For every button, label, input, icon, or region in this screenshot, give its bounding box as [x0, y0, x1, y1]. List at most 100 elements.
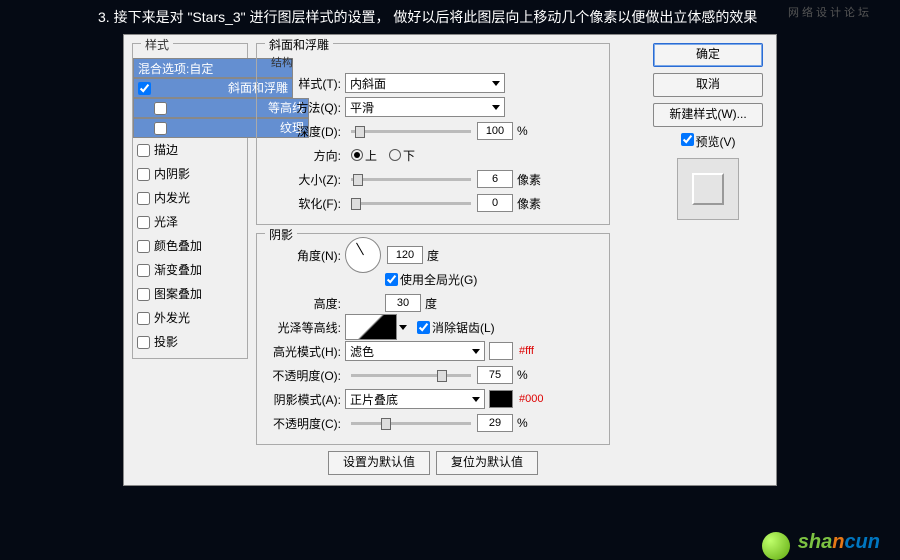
unit: % — [517, 368, 528, 382]
technique-label: 方法(Q): — [265, 99, 345, 116]
antialias-checkbox[interactable] — [417, 321, 430, 334]
bevel-fieldset: 斜面和浮雕 结构 样式(T): 内斜面 方法(Q): 平滑 深度(D): 100… — [256, 43, 610, 225]
style-check[interactable] — [137, 240, 150, 253]
style-check-contour[interactable] — [154, 102, 167, 115]
gloss-contour-picker[interactable] — [345, 314, 397, 340]
radio-label: 下 — [403, 147, 415, 164]
shadow-opacity-label: 不透明度(C): — [265, 415, 345, 432]
style-item-pattern-overlay[interactable]: 图案叠加 — [133, 282, 247, 306]
style-check[interactable] — [137, 336, 150, 349]
style-item-drop-shadow[interactable]: 投影 — [133, 330, 247, 354]
altitude-label: 高度: — [265, 295, 345, 312]
style-label: 投影 — [154, 332, 178, 352]
unit: 度 — [425, 295, 437, 312]
size-input[interactable]: 6 — [477, 170, 513, 188]
style-item-inner-glow[interactable]: 内发光 — [133, 186, 247, 210]
style-label: 内发光 — [154, 188, 190, 208]
shading-title: 阴影 — [265, 226, 297, 243]
unit: % — [517, 416, 528, 430]
global-light-checkbox[interactable] — [385, 273, 398, 286]
highlight-mode-label: 高光模式(H): — [265, 343, 345, 360]
chevron-down-icon — [472, 349, 480, 354]
style-check-bevel[interactable] — [138, 82, 151, 95]
global-light-label: 使用全局光(G) — [400, 271, 477, 288]
gloss-contour-label: 光泽等高线: — [265, 319, 345, 336]
layer-style-dialog: 样式 混合选项:自定 斜面和浮雕 等高线 纹理 描边 内阴影 内发光 光泽 颜色… — [123, 34, 777, 486]
unit: % — [517, 124, 528, 138]
style-check[interactable] — [137, 216, 150, 229]
style-check[interactable] — [137, 168, 150, 181]
soften-label: 软化(F): — [265, 195, 345, 212]
style-list-panel: 样式 混合选项:自定 斜面和浮雕 等高线 纹理 描边 内阴影 内发光 光泽 颜色… — [132, 43, 248, 359]
bevel-title: 斜面和浮雕 — [265, 36, 333, 53]
chevron-down-icon — [472, 397, 480, 402]
style-select[interactable]: 内斜面 — [345, 73, 505, 93]
cancel-button[interactable]: 取消 — [653, 73, 763, 97]
style-check[interactable] — [137, 288, 150, 301]
direction-down-radio[interactable]: 下 — [389, 147, 415, 164]
reset-default-button[interactable]: 复位为默认值 — [436, 451, 538, 475]
altitude-input[interactable]: 30 — [385, 294, 421, 312]
style-label: 光泽 — [154, 212, 178, 232]
preview-checkbox[interactable] — [681, 133, 694, 146]
style-groupbox: 样式 混合选项:自定 斜面和浮雕 等高线 纹理 描边 内阴影 内发光 光泽 颜色… — [132, 43, 248, 359]
technique-select[interactable]: 平滑 — [345, 97, 505, 117]
depth-label: 深度(D): — [265, 123, 345, 140]
default-buttons: 设置为默认值 复位为默认值 — [256, 445, 610, 475]
style-check-texture[interactable] — [154, 122, 167, 135]
style-label: 样式(T): — [265, 75, 345, 92]
preview-label: 预览(V) — [696, 135, 736, 149]
unit: 度 — [427, 247, 439, 264]
instruction-text: 3. 接下来是对 "Stars_3" 进行图层样式的设置， 做好以后将此图层向上… — [0, 0, 900, 28]
shadow-color-swatch[interactable] — [489, 390, 513, 408]
depth-input[interactable]: 100 — [477, 122, 513, 140]
shadow-mode-select[interactable]: 正片叠底 — [345, 389, 485, 409]
shadow-mode-label: 阴影模式(A): — [265, 391, 345, 408]
soften-input[interactable]: 0 — [477, 194, 513, 212]
style-label: 描边 — [154, 140, 178, 160]
highlight-opacity-input[interactable]: 75 — [477, 366, 513, 384]
antialias-label: 消除锯齿(L) — [432, 319, 495, 336]
action-panel: 确定 取消 新建样式(W)... 预览(V) — [648, 43, 768, 228]
direction-up-radio[interactable]: 上 — [351, 147, 377, 164]
size-slider[interactable] — [351, 178, 471, 181]
style-check[interactable] — [137, 264, 150, 277]
chevron-down-icon[interactable] — [399, 325, 407, 330]
highlight-mode-select[interactable]: 滤色 — [345, 341, 485, 361]
shading-fieldset: 阴影 角度(N): 120 度 使用全局光(G) 高度: 30 度 光泽等高线:… — [256, 233, 610, 445]
style-check[interactable] — [137, 144, 150, 157]
style-label: 渐变叠加 — [154, 260, 202, 280]
style-label: 外发光 — [154, 308, 190, 328]
decorative-sphere — [762, 532, 790, 560]
angle-input[interactable]: 120 — [387, 246, 423, 264]
new-style-button[interactable]: 新建样式(W)... — [653, 103, 763, 127]
style-item-inner-shadow[interactable]: 内阴影 — [133, 162, 247, 186]
settings-panel: 斜面和浮雕 结构 样式(T): 内斜面 方法(Q): 平滑 深度(D): 100… — [256, 43, 610, 475]
shadow-opacity-input[interactable]: 29 — [477, 414, 513, 432]
style-label: 颜色叠加 — [154, 236, 202, 256]
angle-label: 角度(N): — [265, 247, 345, 264]
ok-button[interactable]: 确定 — [653, 43, 763, 67]
style-check[interactable] — [137, 192, 150, 205]
watermark-logo: shancun — [798, 531, 880, 554]
highlight-opacity-slider[interactable] — [351, 374, 471, 377]
style-item-satin[interactable]: 光泽 — [133, 210, 247, 234]
style-check[interactable] — [137, 312, 150, 325]
soften-slider[interactable] — [351, 202, 471, 205]
style-item-gradient-overlay[interactable]: 渐变叠加 — [133, 258, 247, 282]
set-default-button[interactable]: 设置为默认值 — [328, 451, 430, 475]
style-item-stroke[interactable]: 描边 — [133, 138, 247, 162]
shadow-hex: #000 — [519, 393, 543, 405]
style-item-outer-glow[interactable]: 外发光 — [133, 306, 247, 330]
shadow-opacity-slider[interactable] — [351, 422, 471, 425]
style-label: 内阴影 — [154, 164, 190, 184]
style-heading: 样式 — [141, 36, 173, 53]
chevron-down-icon — [492, 81, 500, 86]
depth-slider[interactable] — [351, 130, 471, 133]
select-value: 滤色 — [350, 343, 374, 360]
style-item-color-overlay[interactable]: 颜色叠加 — [133, 234, 247, 258]
size-label: 大小(Z): — [265, 171, 345, 188]
select-value: 平滑 — [350, 99, 374, 116]
highlight-color-swatch[interactable] — [489, 342, 513, 360]
select-value: 正片叠底 — [350, 391, 398, 408]
